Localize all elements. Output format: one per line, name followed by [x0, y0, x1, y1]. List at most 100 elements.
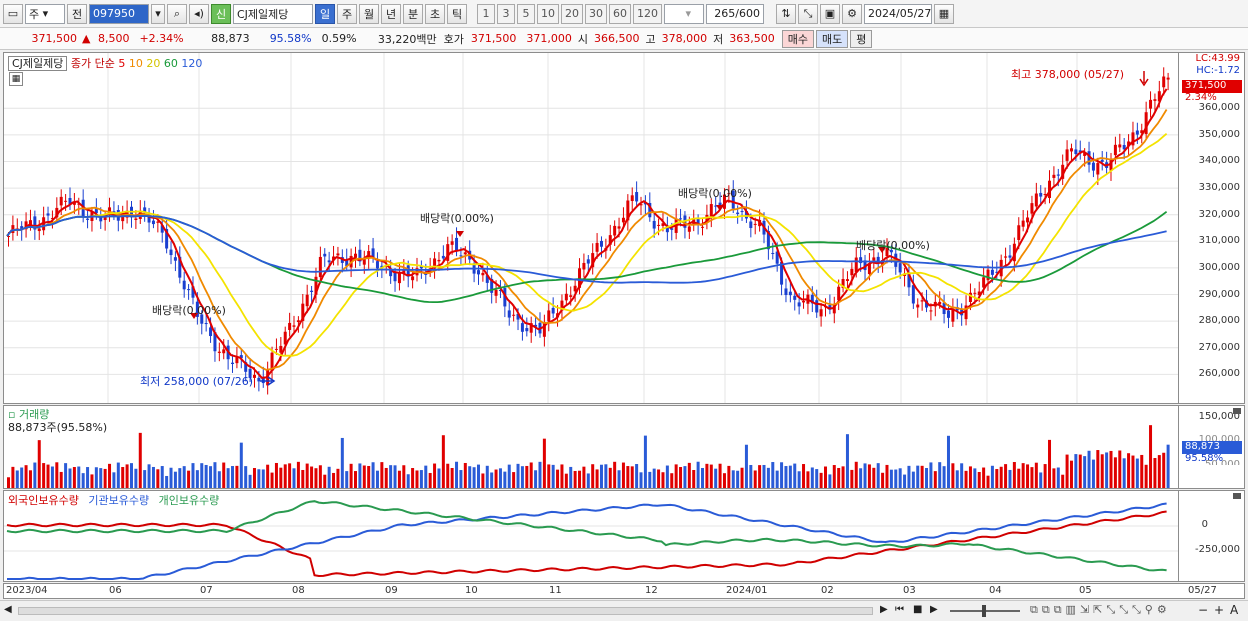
- volume-bar: [925, 468, 929, 488]
- tab-period-week[interactable]: 주: [337, 3, 357, 24]
- draw-tool-icon[interactable]: ⤡: [798, 3, 818, 24]
- search-icon[interactable]: ⌕: [167, 3, 187, 24]
- volume-bar: [709, 464, 713, 488]
- chart-settings-icon[interactable]: ⇅: [776, 3, 796, 24]
- save-icon[interactable]: ▣: [820, 3, 840, 24]
- sell-button[interactable]: 매도: [815, 29, 849, 48]
- interval-60[interactable]: 60: [609, 3, 631, 24]
- volume-bar: [384, 467, 388, 488]
- market-select[interactable]: 주 ▾: [25, 3, 65, 24]
- candle-body: [709, 204, 713, 217]
- bid-price: 371,000: [526, 32, 572, 45]
- volume-bar: [595, 469, 599, 488]
- volume-bar: [323, 474, 327, 488]
- candle-body: [525, 328, 529, 332]
- play-icon[interactable]: ▶: [930, 604, 938, 615]
- candle-body: [327, 260, 331, 263]
- dividend-annotation-4: 배당락(0.00%): [856, 239, 930, 252]
- candle-body: [1026, 217, 1030, 223]
- candle-body: [986, 269, 990, 281]
- volume-bar: [845, 434, 849, 488]
- interval-3[interactable]: 3: [497, 3, 515, 24]
- volume-bar: [77, 466, 81, 488]
- candle-body: [946, 310, 950, 318]
- volume-bar: [556, 469, 560, 488]
- new-stock-badge: 신: [211, 3, 231, 24]
- volume-bar: [775, 470, 779, 488]
- interval-20[interactable]: 20: [561, 3, 583, 24]
- prev-button[interactable]: 전: [67, 3, 87, 24]
- candle-body: [657, 224, 661, 226]
- volume-bar: [744, 444, 748, 488]
- tab-period-second[interactable]: 초: [425, 3, 445, 24]
- tab-period-month[interactable]: 월: [359, 3, 379, 24]
- scroll-right-icon[interactable]: ▶: [880, 604, 888, 615]
- price-panel[interactable]: CJ제일제당 종가 단순 5 10 20 60 120 ▦ 최고 378,000…: [3, 52, 1179, 404]
- interval-120[interactable]: 120: [633, 3, 662, 24]
- volume-bar: [1052, 468, 1056, 488]
- volume-bar: [683, 466, 687, 488]
- trade-amount: 33,220백만: [377, 32, 437, 46]
- tab-period-day[interactable]: 일: [315, 3, 335, 24]
- code-dropdown-icon[interactable]: ▾: [151, 3, 165, 24]
- buy-button[interactable]: 매수: [781, 29, 814, 48]
- candle-body: [257, 377, 261, 382]
- panel-close-icon[interactable]: [1233, 493, 1241, 499]
- holdings-panel[interactable]: 외국인보유수량 기관보유수량 개인보유수량: [3, 490, 1179, 582]
- volume-bar: [503, 471, 507, 488]
- grid-toggle-icon[interactable]: ▦: [9, 72, 23, 86]
- font-size-icon[interactable]: A: [1230, 603, 1238, 617]
- high-annotation: 최고 378,000 (05/27): [1011, 68, 1125, 81]
- volume-bar: [727, 465, 731, 488]
- volume-bar: [37, 440, 41, 488]
- layout-icon[interactable]: ▭: [3, 3, 23, 24]
- gear-icon[interactable]: ⚙: [842, 3, 862, 24]
- hold-tick-0: 0: [1201, 519, 1208, 530]
- volume-chart[interactable]: [4, 406, 1178, 488]
- count-input[interactable]: 265/600: [706, 3, 764, 24]
- zoom-slider-handle[interactable]: [982, 605, 986, 617]
- price-chart[interactable]: [4, 53, 1178, 403]
- volume-bar: [661, 472, 665, 488]
- volume-panel[interactable]: ▫ 거래량 88,873주(95.58%): [3, 405, 1179, 489]
- zoom-in-icon[interactable]: +: [1214, 603, 1224, 617]
- candle-body: [310, 290, 314, 292]
- volume-bar: [635, 464, 639, 488]
- eval-button[interactable]: 평: [850, 29, 873, 48]
- horizontal-scrollbar[interactable]: [18, 607, 873, 615]
- candle-body: [274, 348, 278, 350]
- volume-bar: [542, 438, 546, 488]
- volume-bar: [446, 463, 450, 488]
- volume-bar: [569, 466, 573, 488]
- volume-bar: [850, 469, 854, 488]
- scroll-left-icon[interactable]: ◀: [4, 604, 12, 615]
- interval-10[interactable]: 10: [537, 3, 559, 24]
- volume-bar: [336, 468, 340, 488]
- speaker-icon[interactable]: ◂): [189, 3, 209, 24]
- panel-close-icon[interactable]: [1233, 408, 1241, 414]
- stop-icon[interactable]: ■: [913, 604, 922, 615]
- stock-code-input[interactable]: 097950: [89, 3, 149, 24]
- candle-body: [920, 300, 924, 302]
- candle-body: [687, 226, 691, 232]
- interval-input[interactable]: ▾: [664, 3, 704, 24]
- candle-body: [1153, 99, 1157, 101]
- jump-start-icon[interactable]: ⏮: [895, 604, 904, 615]
- candle-body: [929, 310, 933, 312]
- interval-30[interactable]: 30: [585, 3, 607, 24]
- candle-body: [187, 289, 191, 291]
- date-input[interactable]: 2024/05/27: [864, 3, 932, 24]
- chart-tools-icon[interactable]: ⧉⧉⧉▥⇲⇱⤡⤡⤡⚲⚙: [1030, 603, 1171, 617]
- calendar-icon[interactable]: ▦: [934, 3, 954, 24]
- volume-bar: [1065, 454, 1069, 488]
- tab-period-year[interactable]: 년: [381, 3, 401, 24]
- interval-1[interactable]: 1: [477, 3, 495, 24]
- tab-period-minute[interactable]: 분: [403, 3, 423, 24]
- interval-5[interactable]: 5: [517, 3, 535, 24]
- volume-bar: [1078, 454, 1082, 488]
- volume-bar: [591, 464, 595, 488]
- zoom-out-icon[interactable]: −: [1198, 603, 1208, 617]
- candle-body: [173, 257, 177, 261]
- tab-period-tick[interactable]: 틱: [447, 3, 467, 24]
- volume-bar: [450, 467, 454, 488]
